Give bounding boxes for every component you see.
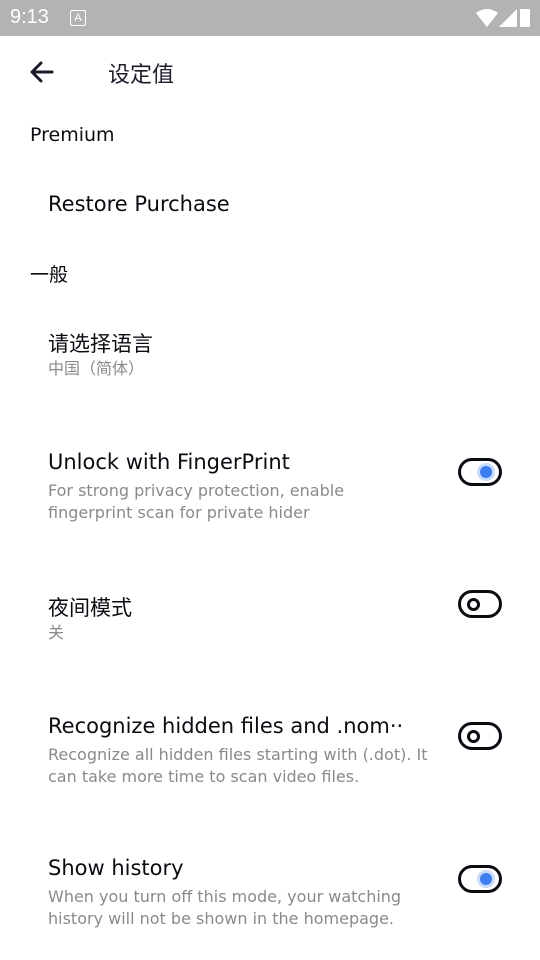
hidden-files-item[interactable]: Recognize hidden files and .nom·· Recogn… bbox=[0, 694, 540, 804]
hidden-files-title: Recognize hidden files and .nom·· bbox=[48, 714, 404, 738]
show-history-subtitle: When you turn off this mode, your watchi… bbox=[48, 887, 402, 928]
page-title: 设定值 bbox=[108, 63, 175, 88]
night-mode-title: 夜间模式 bbox=[48, 596, 132, 620]
fingerprint-subtitle: For strong privacy protection, enable fi… bbox=[48, 481, 345, 522]
notification-icon: A bbox=[70, 10, 86, 26]
toggle-knob bbox=[480, 873, 492, 885]
signal-icon bbox=[499, 9, 517, 27]
section-header-general: 一般 bbox=[30, 264, 69, 286]
fingerprint-toggle[interactable] bbox=[458, 458, 502, 486]
night-mode-subtitle: 关 bbox=[48, 623, 65, 642]
status-time: 9:13 bbox=[10, 6, 49, 28]
hidden-files-subtitle: Recognize all hidden files starting with… bbox=[48, 745, 428, 786]
night-mode-toggle[interactable] bbox=[458, 590, 502, 618]
language-item[interactable]: 请选择语言 中国（简体） bbox=[0, 310, 540, 410]
language-subtitle: 中国（简体） bbox=[48, 359, 145, 378]
toggle-knob bbox=[480, 466, 492, 478]
section-header-premium: Premium bbox=[30, 124, 115, 146]
toggle-knob bbox=[467, 597, 480, 611]
show-history-item[interactable]: Show history When you turn off this mode… bbox=[0, 838, 540, 948]
hidden-files-toggle[interactable] bbox=[458, 722, 502, 750]
status-bar: 9:13 A bbox=[0, 0, 540, 36]
toggle-knob bbox=[467, 729, 480, 743]
language-title: 请选择语言 bbox=[48, 332, 153, 356]
show-history-toggle[interactable] bbox=[458, 865, 502, 893]
wifi-icon bbox=[476, 9, 498, 27]
fingerprint-title: Unlock with FingerPrint bbox=[48, 450, 290, 474]
show-history-title: Show history bbox=[48, 856, 184, 880]
restore-purchase-label: Restore Purchase bbox=[48, 192, 230, 216]
toolbar: 设定值 bbox=[0, 36, 540, 108]
restore-purchase-item[interactable]: Restore Purchase bbox=[0, 176, 540, 236]
fingerprint-item[interactable]: Unlock with FingerPrint For strong priva… bbox=[0, 430, 540, 540]
arrow-left-icon[interactable] bbox=[26, 56, 58, 88]
night-mode-item[interactable]: 夜间模式 关 bbox=[0, 574, 540, 664]
battery-icon bbox=[520, 9, 530, 27]
